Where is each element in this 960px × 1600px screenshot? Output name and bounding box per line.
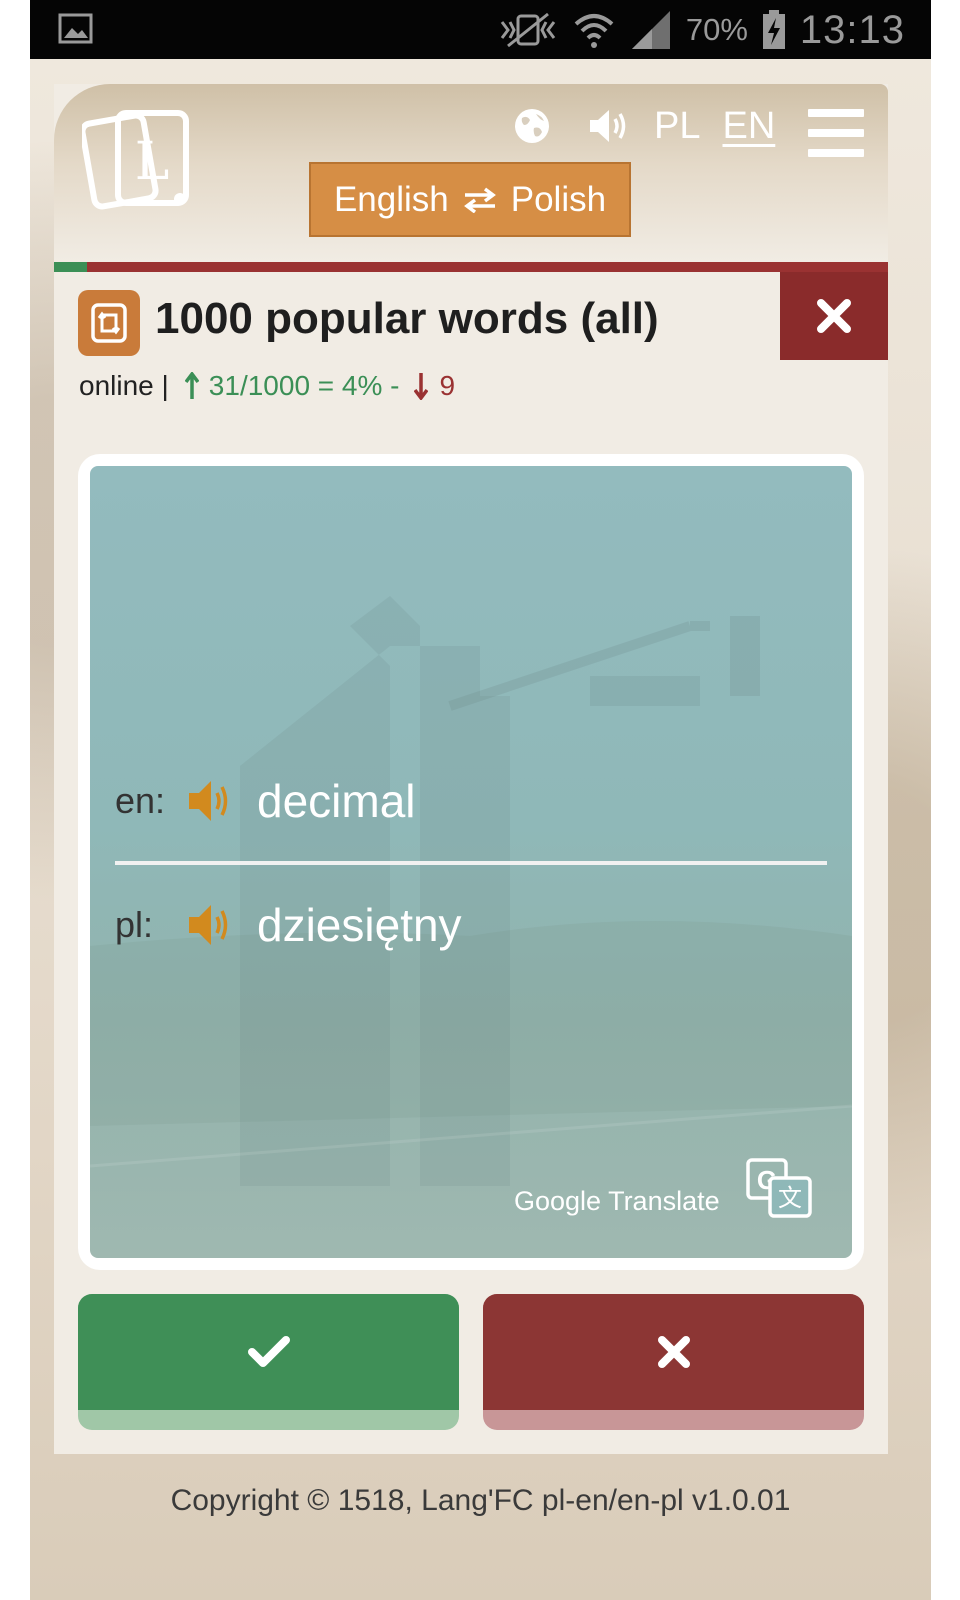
svg-text:文: 文	[778, 1185, 802, 1212]
google-translate-icon[interactable]: G 文	[746, 1158, 812, 1218]
battery-percent: 70%	[685, 12, 748, 47]
language-en-link[interactable]: EN	[722, 105, 775, 148]
close-deck-button[interactable]	[780, 272, 888, 360]
speaker-icon[interactable]	[187, 777, 235, 825]
checkmark-icon	[247, 1336, 290, 1367]
card-divider	[115, 861, 827, 865]
deck-progress-fill	[54, 262, 88, 272]
google-translate-label: Google Translate	[514, 1186, 720, 1216]
source-word-row: en: decimal	[115, 774, 416, 828]
language-direction-toggle[interactable]: English Polish	[309, 162, 631, 237]
app-panel: L PL EN English Polish 1000 popular word…	[54, 84, 888, 1454]
status-right: 70% 13:13	[498, 8, 905, 52]
target-word: dziesiętny	[257, 899, 462, 951]
dont-know-button[interactable]	[483, 1294, 864, 1430]
target-word-row: pl: dziesiętny	[115, 898, 462, 952]
globe-icon[interactable]	[514, 108, 550, 144]
unknown-stats: 9	[413, 370, 456, 402]
deck-progress-bar	[54, 262, 888, 272]
language-pl-link[interactable]: PL	[654, 105, 700, 148]
deck-icon	[78, 290, 140, 356]
langfc-logo[interactable]: L	[82, 107, 192, 211]
app-header: L PL EN English Polish	[54, 84, 888, 262]
flashcard-face: en: decimal pl: dziesiętny Google Transl…	[90, 466, 852, 1258]
cross-icon	[657, 1336, 690, 1368]
sound-toggle-icon[interactable]	[588, 107, 630, 145]
swap-arrows-icon	[463, 187, 496, 213]
gallery-notification-icon	[58, 13, 93, 44]
header-icons: PL EN	[514, 104, 775, 148]
arrow-up-icon	[184, 372, 199, 399]
source-word: decimal	[257, 775, 416, 827]
target-lang-label: pl:	[115, 904, 154, 945]
vibrate-mute-icon	[500, 12, 556, 48]
mode-label: online |	[79, 370, 169, 401]
wifi-icon	[574, 14, 614, 48]
arrow-down-icon	[413, 373, 428, 400]
source-lang-label: en:	[115, 780, 166, 821]
deck-stats: online | 31/1000 = 4% - 9	[79, 370, 455, 402]
know-it-face	[78, 1294, 459, 1410]
known-count-text: 31/1000 = 4% -	[208, 370, 400, 401]
battery-charging-icon	[762, 10, 785, 49]
speaker-icon[interactable]	[187, 901, 235, 949]
known-stats: 31/1000 = 4% -	[184, 370, 400, 402]
deck-header: 1000 popular words (all) online | 31/100…	[54, 272, 888, 442]
unknown-count-text: 9	[439, 370, 456, 401]
direction-to-label: Polish	[510, 179, 607, 219]
svg-text:L: L	[135, 132, 170, 192]
copyright-footer: Copyright © 1518, Lang'FC pl-en/en-pl v1…	[170, 1484, 791, 1517]
clock: 13:13	[799, 7, 905, 52]
know-it-button[interactable]	[78, 1294, 459, 1430]
close-icon	[817, 299, 851, 333]
deck-title: 1000 popular words (all)	[155, 294, 659, 343]
flashcard[interactable]: en: decimal pl: dziesiętny Google Transl…	[78, 454, 864, 1270]
hamburger-menu-icon[interactable]	[808, 109, 864, 161]
status-bar: 70% 13:13	[30, 0, 931, 59]
direction-from-label: English	[333, 179, 449, 219]
device-frame: 70% 13:13 L PL EN English Polish 1000 po…	[30, 0, 931, 1600]
dont-know-face	[483, 1294, 864, 1410]
signal-icon	[631, 11, 670, 49]
